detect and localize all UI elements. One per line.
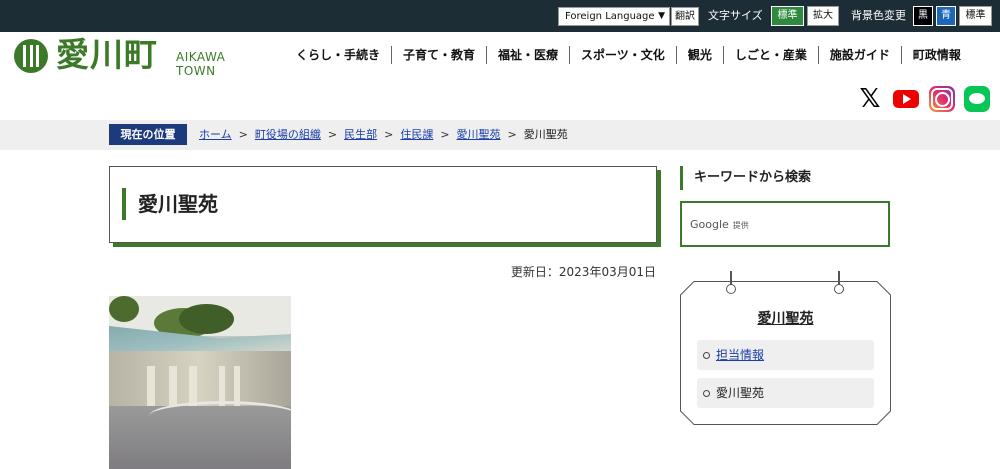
line-icon[interactable] xyxy=(964,86,990,112)
page-title-box: 愛川聖苑 xyxy=(109,166,657,243)
youtube-icon[interactable] xyxy=(893,90,919,108)
facility-photo xyxy=(109,296,291,469)
breadcrumb-aikawa-seien[interactable]: 愛川聖苑 xyxy=(457,127,501,143)
x-icon[interactable]: 𝕏 xyxy=(857,86,883,112)
nav-item-work[interactable]: しごと・産業 xyxy=(722,46,818,64)
breadcrumb-separator: > xyxy=(384,128,394,141)
breadcrumb-separator: > xyxy=(238,128,248,141)
bg-black-button[interactable]: 黒 xyxy=(913,6,933,26)
nav-item-government[interactable]: 町政情報 xyxy=(900,46,972,64)
language-select-value: Foreign Language xyxy=(565,11,655,22)
bg-blue-button[interactable]: 青 xyxy=(936,6,956,26)
translate-button[interactable]: 翻訳 xyxy=(671,7,699,26)
nav-item-facilities[interactable]: 施設ガイド xyxy=(817,46,901,64)
page-title: 愛川聖苑 xyxy=(138,192,218,216)
breadcrumb-label: 現在の位置 xyxy=(109,124,187,145)
nav-item-living[interactable]: くらし・手続き xyxy=(290,46,391,64)
breadcrumb-current: 愛川聖苑 xyxy=(523,128,568,141)
logo-text-en: AIKAWA TOWN xyxy=(176,50,226,78)
title-accent-bar xyxy=(122,188,126,220)
chevron-down-icon: ▼ xyxy=(658,11,665,21)
logo-text-jp: 愛川町 xyxy=(56,35,158,74)
utility-bar: Foreign Language ▼ 翻訳 文字サイズ 標準 拡大 背景色変更 … xyxy=(0,0,1000,32)
bg-standard-button[interactable]: 標準 xyxy=(959,6,992,26)
global-nav: くらし・手続き 子育て・教育 福祉・医療 スポーツ・文化 観光 しごと・産業 施… xyxy=(290,46,972,64)
keyword-search-heading: キーワードから検索 xyxy=(680,166,890,190)
menu-item-aikawa-seien: 愛川聖苑 xyxy=(697,378,874,408)
font-size-label: 文字サイズ xyxy=(708,9,763,22)
breadcrumb-separator: > xyxy=(440,128,450,141)
breadcrumb-separator: > xyxy=(327,128,338,141)
breadcrumb: ホーム > 町役場の組織 > 民生部 > 住民課 > 愛川聖苑 > 愛川聖苑 xyxy=(199,127,568,143)
google-search-brand: Google 提供 xyxy=(690,218,749,231)
breadcrumb-home[interactable]: ホーム xyxy=(199,127,232,143)
card-ring-icon xyxy=(726,284,736,294)
breadcrumb-residents-section[interactable]: 住民課 xyxy=(400,127,433,143)
site-logo[interactable]: 愛川町 AIKAWA TOWN xyxy=(14,35,264,78)
local-menu-title[interactable]: 愛川聖苑 xyxy=(680,308,891,328)
breadcrumb-separator: > xyxy=(507,128,517,141)
breadcrumb-welfare-dept[interactable]: 民生部 xyxy=(344,127,377,143)
font-size-standard-button[interactable]: 標準 xyxy=(771,6,804,26)
card-ring-icon xyxy=(834,284,844,294)
search-input[interactable]: Google 提供 xyxy=(680,201,890,247)
nav-item-welfare[interactable]: 福祉・医療 xyxy=(486,46,569,64)
nav-item-childcare[interactable]: 子育て・教育 xyxy=(391,46,486,64)
language-select[interactable]: Foreign Language ▼ xyxy=(558,7,670,26)
updated-date: 更新日：2023年03月01日 xyxy=(510,265,656,279)
bg-color-label: 背景色変更 xyxy=(851,9,906,22)
nav-item-sports[interactable]: スポーツ・文化 xyxy=(569,46,676,64)
font-size-large-button[interactable]: 拡大 xyxy=(807,6,839,26)
breadcrumb-organization[interactable]: 町役場の組織 xyxy=(255,127,321,143)
nav-item-tourism[interactable]: 観光 xyxy=(675,46,723,64)
instagram-icon[interactable] xyxy=(929,86,955,112)
town-emblem-icon xyxy=(14,39,48,73)
menu-item-contact-info[interactable]: 担当情報 xyxy=(697,340,874,370)
